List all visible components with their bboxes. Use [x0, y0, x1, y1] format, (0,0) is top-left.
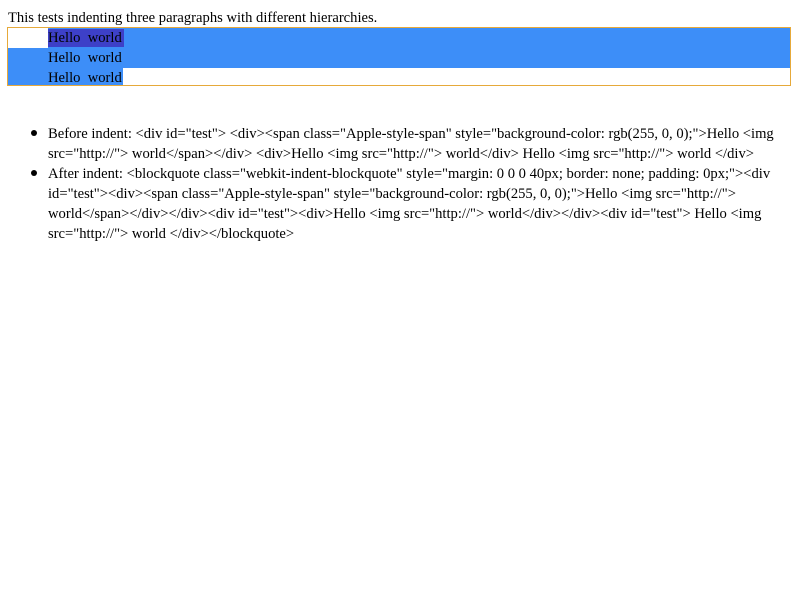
result-list: Before indent: <div id="test"> <div><spa… [8, 124, 788, 244]
list-item: Before indent: <div id="test"> <div><spa… [8, 124, 788, 164]
page: This tests indenting three paragraphs wi… [0, 0, 800, 600]
selection-highlight-line-1 [48, 28, 790, 48]
editor-line[interactable]: Hello world [48, 28, 122, 48]
list-item: After indent: <blockquote class="webkit-… [8, 164, 788, 244]
editor-line[interactable]: Hello world [48, 48, 122, 68]
bullet-icon [31, 170, 37, 176]
editable-region[interactable]: Hello world Hello world Hello world [7, 27, 791, 86]
test-description: This tests indenting three paragraphs wi… [8, 10, 378, 26]
bullet-icon [31, 130, 37, 136]
before-indent-markup: Before indent: <div id="test"> <div><spa… [48, 126, 774, 162]
editor-line[interactable]: Hello world [48, 68, 122, 85]
selection-highlight-line-2 [8, 48, 790, 68]
after-indent-markup: After indent: <blockquote class="webkit-… [48, 166, 771, 242]
